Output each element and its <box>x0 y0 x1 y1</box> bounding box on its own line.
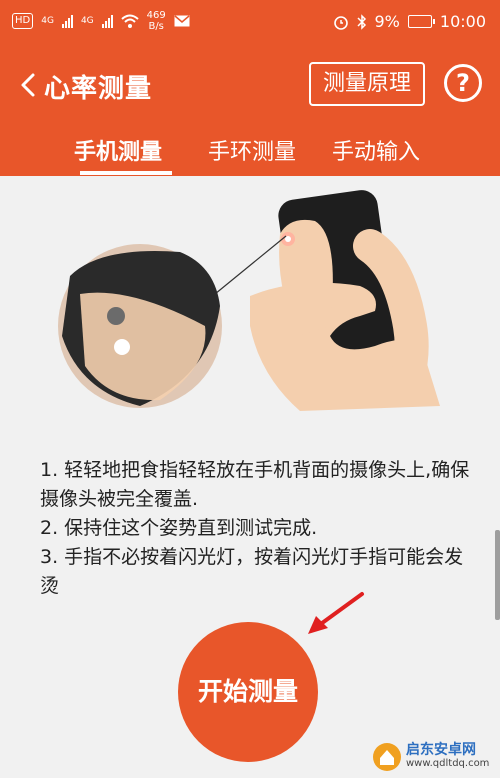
start-measure-button[interactable]: 开始测量 <box>178 622 318 762</box>
finger-on-camera-illustration <box>58 190 440 411</box>
wifi-icon <box>120 14 139 28</box>
instruction-step: 1. 轻轻地把食指轻轻放在手机背面的摄像头上,确保摄像头被完全覆盖. <box>40 459 470 510</box>
instructions: 1. 轻轻地把食指轻轻放在手机背面的摄像头上,确保摄像头被完全覆盖. 2. 保持… <box>40 456 470 601</box>
camera-zoom-circle <box>58 244 222 408</box>
measurement-principle-button[interactable]: 测量原理 <box>309 62 425 106</box>
hd-indicator: HD <box>12 13 34 29</box>
tab-manual-input[interactable]: 手动输入 <box>332 134 420 166</box>
phone-in-hand-graphic <box>250 190 440 411</box>
watermark-title: 启东安卓网 <box>406 742 476 758</box>
active-tab-indicator <box>80 171 172 175</box>
app-bar: 心率测量 测量原理 ? <box>0 46 500 124</box>
battery-icon <box>407 15 435 28</box>
pointer-arrow-icon <box>308 592 364 634</box>
sim1-label: 4G <box>41 16 54 26</box>
zoom-connector-line <box>214 235 287 295</box>
net-speed: 469 B/s <box>147 10 166 32</box>
instruction-step: 3. 手指不必按着闪光灯，按着闪光灯手指可能会发烫 <box>40 546 464 597</box>
page-title: 心率测量 <box>44 74 153 104</box>
clock: 10:00 <box>439 12 486 31</box>
net-speed-value: 469 <box>146 10 166 21</box>
tab-band-measure[interactable]: 手环测量 <box>208 134 296 166</box>
watermark-url: www.qdltdq.com <box>406 758 490 769</box>
tab-bar: 手机测量 手环测量 手动输入 <box>0 124 500 176</box>
help-button[interactable]: ? <box>444 64 482 102</box>
status-bar: HD 4G 4G 469 B/s 9% 10:00 <box>0 0 500 46</box>
bluetooth-icon <box>356 13 366 30</box>
watermark-logo-icon <box>373 743 401 771</box>
net-speed-unit: B/s <box>148 21 164 32</box>
mail-icon <box>174 15 190 27</box>
back-arrow-icon[interactable] <box>14 70 44 100</box>
battery-percent: 9% <box>374 12 400 31</box>
tab-phone-measure[interactable]: 手机测量 <box>74 134 162 166</box>
instruction-step: 2. 保持住这个姿势直到测试完成. <box>40 517 318 539</box>
watermark: 启东安卓网 www.qdltdq.com <box>372 739 496 775</box>
signal-icon <box>101 14 113 28</box>
sim2-label: 4G <box>80 16 94 26</box>
signal-icon <box>61 14 73 28</box>
scrollbar[interactable] <box>495 530 500 620</box>
alarm-icon <box>333 15 348 30</box>
